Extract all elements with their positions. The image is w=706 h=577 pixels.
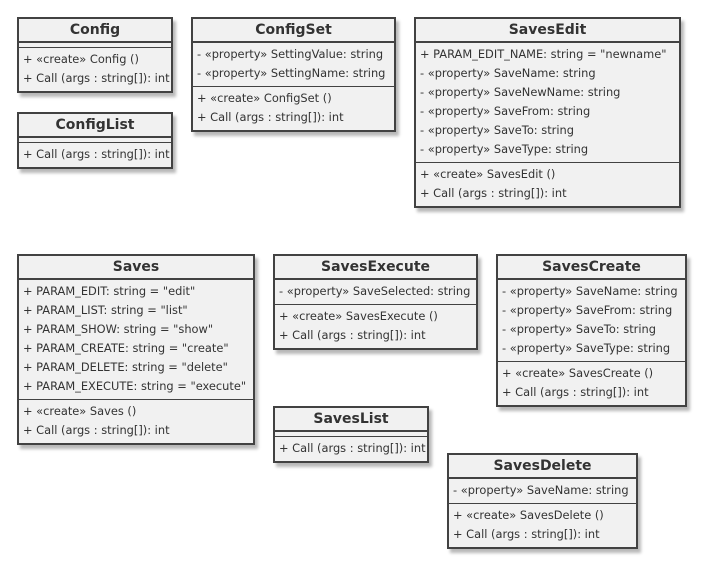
attribute-row: - «property» SettingName: string [197,66,386,80]
class-box-saves-list: SavesList + Call (args : string[]): int [273,406,429,463]
attribute-row: - «property» SaveType: string [420,142,589,156]
attributes-section: - «property» SettingValue: string - «pro… [193,43,394,87]
methods-section: + «create» Saves () + Call (args : strin… [19,400,253,443]
method-row: + Call (args : string[]): int [197,110,344,124]
class-name: SavesEdit [416,19,679,43]
class-name: Saves [19,256,253,280]
attribute-row: + PARAM_DELETE: string = "delete" [23,360,228,374]
attribute-row: - «property» SaveName: string [502,284,678,298]
attribute-row: + PARAM_LIST: string = "list" [23,303,188,317]
methods-section: + Call (args : string[]): int [19,143,171,167]
attribute-row: - «property» SettingValue: string [197,47,384,61]
attribute-row: + PARAM_EDIT: string = "edit" [23,284,196,298]
attribute-row: - «property» SaveNewName: string [420,85,621,99]
methods-section: + «create» SavesExecute () + Call (args … [275,305,476,348]
attribute-row: - «property» SaveFrom: string [502,303,673,317]
methods-section: + «create» Config () + Call (args : stri… [19,48,171,91]
attributes-section: - «property» SaveSelected: string [275,280,476,305]
class-name: SavesDelete [449,455,636,479]
method-row: + «create» ConfigSet () [197,91,332,105]
attributes-section: + PARAM_EDIT: string = "edit" + PARAM_LI… [19,280,253,400]
class-box-saves-execute: SavesExecute - «property» SaveSelected: … [273,254,478,350]
method-row: + «create» SavesCreate () [502,366,654,380]
class-name: ConfigList [19,114,171,138]
attribute-row: + PARAM_CREATE: string = "create" [23,341,229,355]
attribute-row: - «property» SaveTo: string [420,123,574,137]
class-box-config: Config + «create» Config () + Call (args… [17,17,173,93]
class-name: SavesCreate [498,256,685,280]
class-name: Config [19,19,171,43]
method-row: + Call (args : string[]): int [279,328,426,342]
attributes-section: - «property» SaveName: string - «propert… [498,280,685,362]
attribute-row: + PARAM_SHOW: string = "show" [23,322,214,336]
attribute-row: - «property» SaveName: string [420,66,596,80]
attribute-row: - «property» SaveType: string [502,341,671,355]
class-box-config-list: ConfigList + Call (args : string[]): int [17,112,173,169]
methods-section: + «create» SavesEdit () + Call (args : s… [416,163,679,206]
method-row: + «create» SavesExecute () [279,309,438,323]
method-row: + Call (args : string[]): int [453,527,600,541]
method-row: + «create» Saves () [23,404,137,418]
class-name: ConfigSet [193,19,394,43]
attributes-section: - «property» SaveName: string [449,479,636,504]
attribute-row: - «property» SaveFrom: string [420,104,591,118]
methods-section: + «create» ConfigSet () + Call (args : s… [193,87,394,130]
class-box-saves-create: SavesCreate - «property» SaveName: strin… [496,254,687,407]
method-row: + Call (args : string[]): int [279,441,426,455]
method-row: + Call (args : string[]): int [23,71,170,85]
methods-section: + «create» SavesCreate () + Call (args :… [498,362,685,405]
method-row: + «create» SavesDelete () [453,508,604,522]
class-box-saves-delete: SavesDelete - «property» SaveName: strin… [447,453,638,549]
method-row: + «create» SavesEdit () [420,167,556,181]
method-row: + «create» Config () [23,52,139,66]
class-box-saves: Saves + PARAM_EDIT: string = "edit" + PA… [17,254,255,445]
attributes-section: + PARAM_EDIT_NAME: string = "newname" - … [416,43,679,163]
attribute-row: - «property» SaveSelected: string [279,284,471,298]
class-name: SavesExecute [275,256,476,280]
attribute-row: - «property» SaveTo: string [502,322,656,336]
attribute-row: + PARAM_EDIT_NAME: string = "newname" [420,47,667,61]
class-box-saves-edit: SavesEdit + PARAM_EDIT_NAME: string = "n… [414,17,681,208]
class-box-config-set: ConfigSet - «property» SettingValue: str… [191,17,396,132]
attribute-row: + PARAM_EXECUTE: string = "execute" [23,379,247,393]
method-row: + Call (args : string[]): int [420,186,567,200]
class-name: SavesList [275,408,427,432]
attribute-row: - «property» SaveName: string [453,483,629,497]
method-row: + Call (args : string[]): int [23,423,170,437]
method-row: + Call (args : string[]): int [502,385,649,399]
methods-section: + Call (args : string[]): int [275,437,427,461]
method-row: + Call (args : string[]): int [23,147,170,161]
methods-section: + «create» SavesDelete () + Call (args :… [449,504,636,547]
